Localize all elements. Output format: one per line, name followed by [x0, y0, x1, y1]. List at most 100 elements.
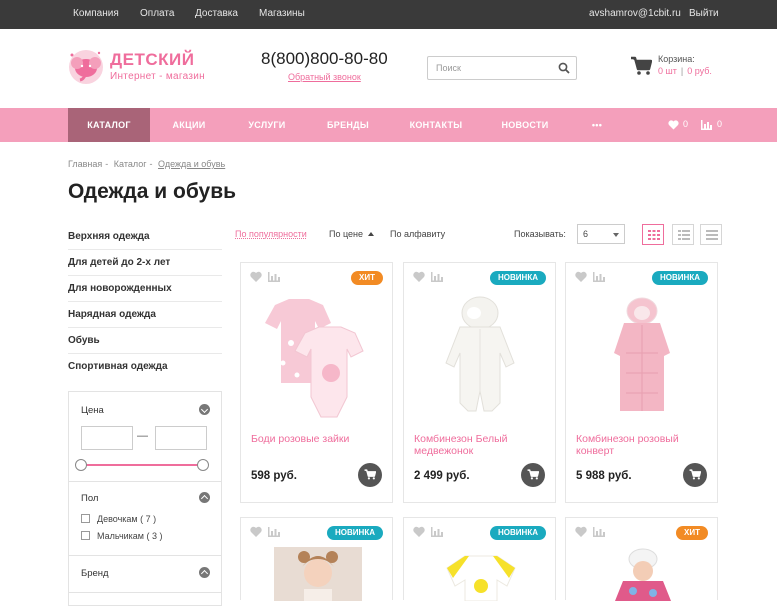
category-sportswear[interactable]: Спортивная одежда — [68, 354, 222, 380]
favorite-heart-icon[interactable] — [250, 271, 262, 283]
product-name[interactable]: Комбинезон розовый конверт — [576, 433, 711, 457]
price-min-input[interactable] — [81, 426, 133, 450]
filter-gender-toggle-icon[interactable] — [199, 492, 210, 503]
sort-by-popularity[interactable]: По популярности — [235, 229, 307, 239]
view-grid-button[interactable] — [642, 224, 664, 245]
new-badge: НОВИНКА — [327, 526, 383, 540]
view-list-button[interactable] — [672, 224, 694, 245]
nav-more[interactable]: ••• — [583, 108, 611, 142]
product-card[interactable]: ХИТ — [565, 517, 718, 601]
add-to-cart-button[interactable] — [521, 463, 545, 487]
favorite-heart-icon[interactable] — [575, 526, 587, 538]
product-card[interactable]: НОВИНКА — [403, 517, 556, 601]
favorite-heart-icon[interactable] — [413, 526, 425, 538]
nav-contacts[interactable]: КОНТАКТЫ — [402, 108, 470, 142]
compare-bars-icon[interactable] — [431, 272, 443, 282]
nav-promotions[interactable]: АКЦИИ — [160, 108, 218, 142]
add-to-cart-button[interactable] — [358, 463, 382, 487]
filter-price-title: Цена — [81, 405, 104, 416]
sort-by-price-label: По цене — [329, 229, 364, 239]
category-list: Верхняя одежда Для детей до 2-х лет Для … — [68, 224, 222, 380]
elephant-logo-icon — [69, 50, 103, 84]
product-price: 2 499 руб. — [414, 470, 470, 482]
cart-icon — [364, 469, 376, 480]
top-link-delivery[interactable]: Доставка — [195, 8, 238, 19]
sort-by-price[interactable]: По цене — [329, 229, 374, 239]
winter-suit-product-image — [615, 548, 671, 601]
compare-chart-icon[interactable] — [701, 120, 712, 130]
product-card[interactable]: НОВИНКА — [240, 517, 393, 601]
show-count-value: 6 — [583, 229, 589, 239]
sort-by-alphabet[interactable]: По алфавиту — [390, 229, 445, 239]
gender-boys-checkbox[interactable] — [81, 531, 90, 540]
nav-services[interactable]: УСЛУГИ — [238, 108, 296, 142]
filter-gender-title: Пол — [81, 493, 99, 504]
page-title: Одежда и обувь — [68, 180, 237, 203]
price-slider-track — [81, 464, 205, 466]
cart-label: Корзина: — [658, 54, 695, 64]
user-email-link[interactable]: avshamrov@1cbit.ru — [589, 8, 681, 19]
price-slider-min-handle[interactable] — [75, 459, 87, 471]
product-card[interactable]: ХИТ Боди розовые зайки 598 руб. — [240, 262, 393, 503]
phone-number: 8(800)800-80-80 — [261, 49, 388, 68]
show-count-select[interactable]: 6 — [577, 224, 625, 244]
nav-brands[interactable]: БРЕНДЫ — [318, 108, 378, 142]
favorites-heart-icon[interactable] — [668, 120, 679, 130]
breadcrumb-home[interactable]: Главная — [68, 159, 102, 169]
compare-bars-icon[interactable] — [268, 272, 280, 282]
filter-divider — [69, 592, 221, 593]
breadcrumb: Главная - Каталог - Одежда и обувь — [68, 159, 226, 169]
top-link-company[interactable]: Компания — [73, 8, 119, 19]
gender-girls-checkbox[interactable] — [81, 514, 90, 523]
category-formal[interactable]: Нарядная одежда — [68, 302, 222, 328]
cart-icon — [527, 469, 539, 480]
girl-dress-product-image — [274, 547, 362, 601]
compare-bars-icon[interactable] — [268, 527, 280, 537]
cart-sum: 0 руб. — [687, 66, 712, 76]
callback-link[interactable]: Обратный звонок — [288, 72, 361, 82]
top-link-stores[interactable]: Магазины — [259, 8, 305, 19]
category-under-2[interactable]: Для детей до 2-х лет — [68, 250, 222, 276]
top-link-payment[interactable]: Оплата — [140, 8, 174, 19]
search-input[interactable] — [428, 57, 550, 79]
product-card[interactable]: НОВИНКА Комбинезон Белый медвежонок 2 49… — [403, 262, 556, 503]
product-name[interactable]: Комбинезон Белый медвежонок — [414, 433, 549, 457]
gender-boys-label: Мальчикам ( 3 ) — [97, 531, 163, 541]
favorite-heart-icon[interactable] — [413, 271, 425, 283]
logo-title: ДЕТСКИЙ — [110, 50, 195, 69]
site-logo[interactable]: ДЕТСКИЙ Интернет - магазин — [66, 47, 226, 87]
price-slider-max-handle[interactable] — [197, 459, 209, 471]
price-max-input[interactable] — [155, 426, 207, 450]
yellow-bodysuit-product-image — [446, 555, 516, 601]
cart-count: 0 шт — [658, 66, 677, 76]
search-icon[interactable] — [558, 62, 570, 74]
favorite-heart-icon[interactable] — [250, 526, 262, 538]
logout-link[interactable]: Выйти — [689, 8, 719, 19]
product-price: 5 988 руб. — [576, 470, 632, 482]
category-outerwear[interactable]: Верхняя одежда — [68, 224, 222, 250]
table-view-icon — [706, 230, 718, 240]
filter-brand-title: Бренд — [81, 568, 109, 579]
category-shoes[interactable]: Обувь — [68, 328, 222, 354]
breadcrumb-catalog[interactable]: Каталог — [114, 159, 147, 169]
list-view-icon — [678, 230, 690, 240]
chevron-down-icon — [613, 233, 619, 237]
main-nav: КАТАЛОГ АКЦИИ УСЛУГИ БРЕНДЫ КОНТАКТЫ НОВ… — [0, 108, 777, 142]
nav-news[interactable]: НОВОСТИ — [495, 108, 555, 142]
product-card[interactable]: НОВИНКА Комбинезон розовый конверт 5 988… — [565, 262, 718, 503]
compare-bars-icon[interactable] — [431, 527, 443, 537]
logo-subtitle: Интернет - магазин — [110, 71, 205, 82]
category-newborn[interactable]: Для новорожденных — [68, 276, 222, 302]
favorites-count: 0 — [683, 119, 689, 129]
filter-divider — [69, 555, 221, 556]
filter-price-toggle-icon[interactable] — [199, 404, 210, 415]
compare-bars-icon[interactable] — [593, 527, 605, 537]
nav-catalog[interactable]: КАТАЛОГ — [68, 108, 150, 142]
favorite-heart-icon[interactable] — [575, 271, 587, 283]
add-to-cart-button[interactable] — [683, 463, 707, 487]
breadcrumb-current[interactable]: Одежда и обувь — [158, 159, 225, 169]
filter-brand-toggle-icon[interactable] — [199, 567, 210, 578]
product-name[interactable]: Боди розовые зайки — [251, 433, 386, 445]
view-table-button[interactable] — [700, 224, 722, 245]
compare-bars-icon[interactable] — [593, 272, 605, 282]
